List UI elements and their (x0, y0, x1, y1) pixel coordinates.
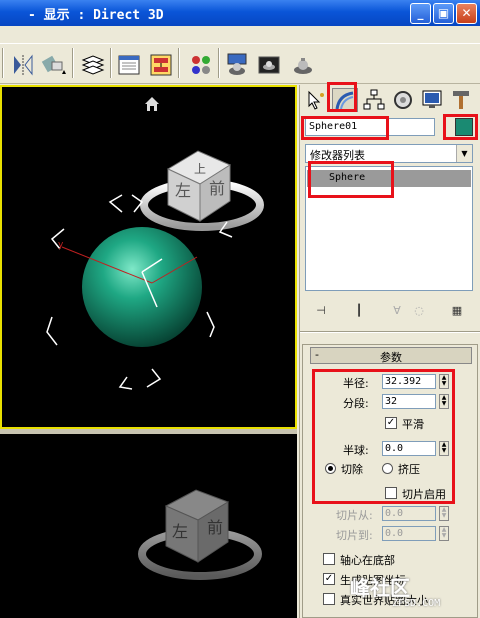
squash-label: 挤压 (398, 463, 420, 476)
segments-spinner[interactable]: ▲ ▼ (439, 394, 449, 409)
schematic-icon[interactable] (148, 52, 174, 78)
utilities-icon[interactable] (448, 88, 474, 112)
radius-label: 半径: (343, 377, 369, 390)
squash-radio[interactable] (382, 463, 393, 474)
viewcube-top-label: 上 (194, 162, 206, 176)
toolbar-separator (178, 48, 180, 78)
minimize-button[interactable]: _ (410, 3, 431, 24)
viewcube[interactable]: 左 前 上 (140, 150, 264, 231)
title-bar: - 显示 : Direct 3D _ ▣ ✕ (0, 0, 480, 26)
toolbar-strip (0, 26, 480, 44)
render-setup-icon[interactable] (224, 52, 250, 78)
make-unique-icon[interactable]: ∀ (387, 301, 407, 321)
motion-icon[interactable] (390, 88, 416, 112)
object-name-field[interactable]: Sphere01 (305, 118, 435, 136)
slice-from-spinner[interactable]: ▲ ▼ (439, 506, 449, 521)
viewcube-bottom[interactable]: 左 前 (138, 489, 262, 580)
toolbar-separator (218, 48, 220, 78)
radius-input[interactable]: 32.392 (382, 374, 436, 389)
hierarchy-icon[interactable] (361, 88, 387, 112)
slice-from-label: 切片从: (336, 509, 373, 522)
hemisphere-spinner[interactable]: ▲ ▼ (439, 441, 449, 456)
quick-render-icon[interactable] (290, 52, 316, 78)
divider (300, 331, 480, 333)
chevron-down-icon[interactable]: ▼ (456, 145, 472, 162)
segments-label: 分段: (343, 397, 369, 410)
show-end-result-icon[interactable]: ┃ (349, 301, 369, 321)
restore-button[interactable]: ▣ (433, 3, 454, 24)
render-frame-icon[interactable] (256, 52, 282, 78)
chop-label: 切除 (341, 463, 363, 476)
teal-sphere[interactable] (82, 227, 202, 347)
radius-spinner[interactable]: ▲ ▼ (439, 374, 449, 389)
command-panel: Sphere01 修改器列表 ▼ Sphere ⊣ ┃ ∀ ◌ ▦ - 参数 半… (299, 85, 480, 618)
viewcube-left-label-bottom: 左 (172, 522, 188, 541)
base-to-pivot-label: 轴心在底部 (340, 554, 395, 567)
mirror-icon[interactable] (10, 52, 36, 78)
modifier-list-dropdown[interactable]: 修改器列表 ▼ (305, 144, 473, 163)
align-icon[interactable] (40, 52, 66, 78)
modify-icon[interactable] (332, 88, 358, 112)
curve-editor-icon[interactable] (116, 52, 142, 78)
viewport-scene: 左 前 上 y (46, 97, 264, 390)
toolbar-separator (2, 48, 4, 78)
real-world-map-size-checkbox[interactable] (323, 593, 335, 605)
slice-from-input[interactable]: 0.0 (382, 506, 436, 521)
slice-on-checkbox[interactable] (385, 487, 397, 499)
axis-y-label: y (58, 240, 64, 250)
pin-stack-icon[interactable]: ⊣ (311, 301, 331, 321)
slice-to-input[interactable]: 0.0 (382, 526, 436, 541)
modifier-list-label: 修改器列表 (310, 149, 365, 162)
perspective-viewport[interactable]: 左 前 上 y (0, 85, 297, 429)
bottom-viewport-scene: 左 前 (138, 489, 262, 580)
base-to-pivot-checkbox[interactable] (323, 553, 335, 565)
main-toolbar (0, 26, 480, 84)
home-icon[interactable] (145, 97, 159, 111)
parameters-rollout-header[interactable]: - 参数 (310, 347, 472, 364)
viewcube-front-label-bottom: 前 (207, 518, 223, 537)
rollout-title: 参数 (380, 351, 402, 364)
object-color-swatch[interactable] (455, 118, 473, 136)
stack-toolbar: ⊣ ┃ ∀ ◌ ▦ (305, 301, 473, 323)
viewcube-front-label: 前 (209, 179, 225, 198)
smooth-label: 平滑 (402, 418, 424, 431)
chop-radio[interactable] (325, 463, 336, 474)
bottom-viewport[interactable]: 左 前 (0, 434, 297, 618)
segments-input[interactable]: 32 (382, 394, 436, 409)
create-icon[interactable] (303, 88, 329, 112)
viewcube-left-label: 左 (175, 181, 191, 200)
slice-on-label: 切片启用 (402, 488, 446, 501)
hemisphere-input[interactable]: 0.0 (382, 441, 436, 456)
slice-to-label: 切片到: (336, 529, 373, 542)
hemisphere-label: 半球: (343, 444, 369, 457)
toolbar-separator (72, 48, 74, 78)
toolbar-separator (110, 48, 112, 78)
remove-modifier-icon[interactable]: ◌ (409, 301, 429, 321)
material-editor-icon[interactable] (188, 52, 214, 78)
layers-icon[interactable] (80, 52, 106, 78)
watermark-logo: 峰社区 (350, 576, 410, 600)
stack-item-sphere[interactable]: Sphere (307, 170, 471, 187)
modifier-stack: Sphere (305, 166, 473, 291)
close-button[interactable]: ✕ (456, 3, 477, 24)
gen-mapping-coords-checkbox[interactable]: ✓ (323, 573, 335, 585)
window-title: - 显示 : Direct 3D (28, 8, 164, 23)
smooth-checkbox[interactable]: ✓ (385, 417, 397, 429)
configure-sets-icon[interactable]: ▦ (447, 301, 467, 321)
slice-to-spinner[interactable]: ▲ ▼ (439, 526, 449, 541)
watermark-url: ZFSD.COM (392, 598, 441, 609)
command-tabs (300, 88, 480, 112)
display-icon[interactable] (419, 88, 445, 112)
